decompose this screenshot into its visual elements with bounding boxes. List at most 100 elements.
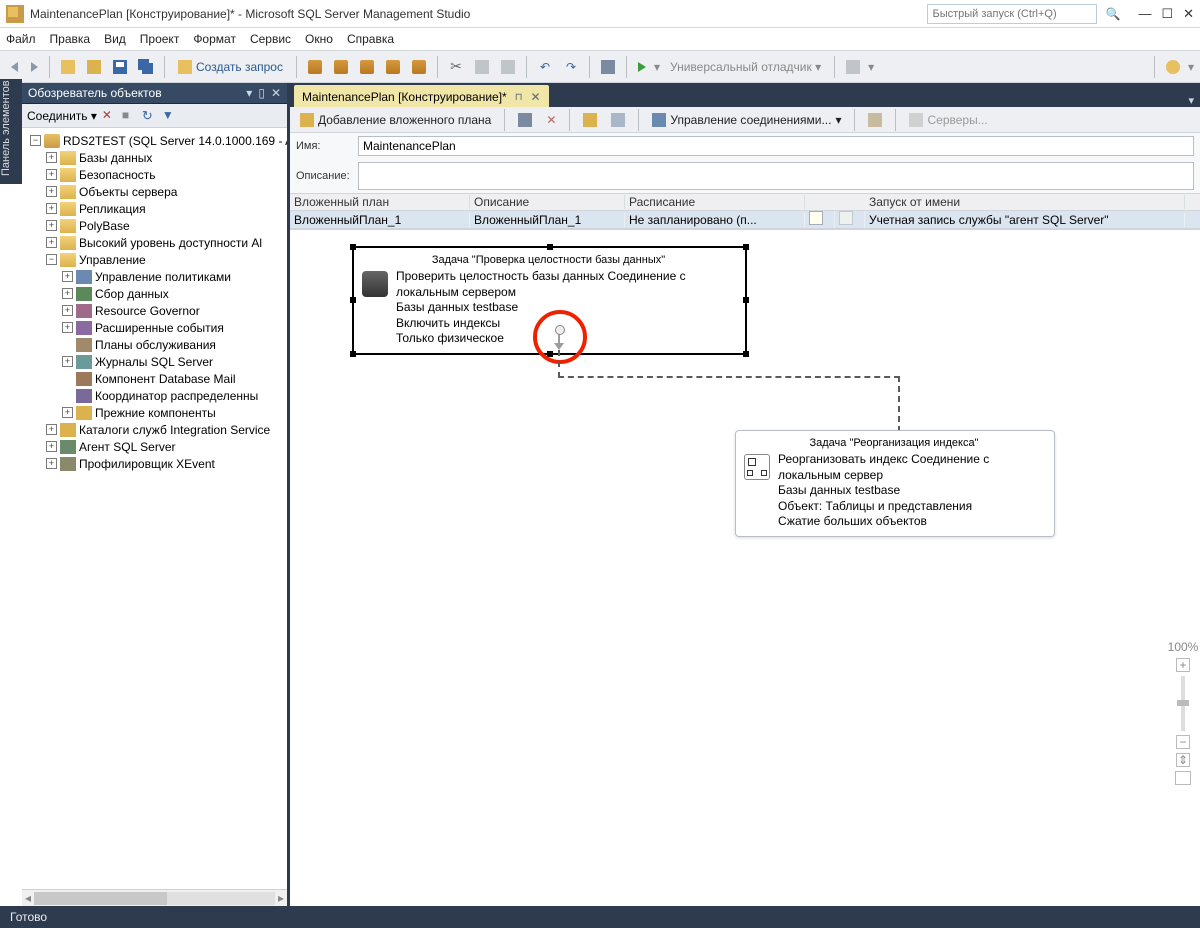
tree-rg[interactable]: Resource Governor [95,304,200,318]
nav-back-icon[interactable] [6,56,22,78]
tree-management[interactable]: Управление [79,253,146,267]
cell-schedule-icon[interactable] [805,211,835,228]
save-all-icon[interactable] [135,56,157,78]
db-icon-2[interactable] [330,56,352,78]
plan-name-input[interactable] [358,136,1194,156]
subplan-row[interactable]: ВложенныйПлан_1 ВложенныйПлан_1 Не запла… [290,211,1200,228]
panel-close-icon[interactable]: ✕ [271,86,281,100]
tree-high-avail[interactable]: Высокий уровень доступности Al [79,236,262,250]
zoom-slider[interactable] [1181,676,1185,731]
search-icon[interactable]: 🔍 [1105,7,1120,21]
plan-name-label: Имя: [296,140,352,152]
tree-replication[interactable]: Репликация [79,202,146,216]
tree-polybase[interactable]: PolyBase [79,219,130,233]
tree-databases[interactable]: Базы данных [79,151,152,165]
col-schedule[interactable]: Расписание [625,195,805,209]
tree-security[interactable]: Безопасность [79,168,156,182]
tree-profiler[interactable]: Профилировщик XEvent [79,457,215,471]
menu-format[interactable]: Формат [193,32,236,46]
nav-forward-icon[interactable] [26,56,42,78]
cut-icon[interactable]: ✂ [445,56,467,78]
new-query-button[interactable]: Создать запрос [172,56,289,78]
schedule-icon-2[interactable] [607,113,629,127]
plan-desc-input[interactable] [358,162,1194,190]
manage-connections-button[interactable]: Управление соединениями... ▾ [648,113,845,127]
zoom-pct: 100% [1168,640,1199,654]
tree-dbmail[interactable]: Компонент Database Mail [95,372,236,386]
dashed-connector-v2 [898,376,900,432]
new-project-icon[interactable] [57,56,79,78]
cell-runas: Учетная запись службы "агент SQL Server" [865,213,1185,227]
tree-scrollbar[interactable]: ◂▸ [22,889,287,906]
menu-help[interactable]: Справка [347,32,394,46]
zoom-overview-button[interactable] [1175,771,1191,785]
save-icon[interactable] [109,56,131,78]
add-subplan-button[interactable]: Добавление вложенного плана [296,113,495,127]
object-explorer-tree[interactable]: −RDS2TEST (SQL Server 14.0.1000.169 - A … [22,128,287,889]
menu-project[interactable]: Проект [140,32,180,46]
db-icon-1[interactable] [304,56,326,78]
document-tab-label: MaintenancePlan [Конструирование]* [302,90,507,104]
subplan-props-icon[interactable] [514,113,536,127]
panel-dropdown-icon[interactable]: ▾ [246,86,252,100]
zoom-fit-button[interactable]: ⇕ [1176,753,1190,767]
debugger-dropdown[interactable]: Универсальный отладчик ▾ [664,60,827,74]
disconnect-icon[interactable]: ✕ [102,108,117,123]
copy-icon[interactable] [471,56,493,78]
tree-agent[interactable]: Агент SQL Server [79,440,176,454]
maximize-button[interactable]: ☐ [1161,7,1173,20]
connect-button[interactable]: Соединить ▾ [27,109,97,123]
tree-policy[interactable]: Управление политиками [95,270,231,284]
zoom-in-button[interactable]: + [1176,658,1190,672]
paste-icon[interactable] [497,56,519,78]
tree-root[interactable]: RDS2TEST (SQL Server 14.0.1000.169 - A [63,134,287,148]
menu-view[interactable]: Вид [104,32,126,46]
tree-legacy[interactable]: Прежние компоненты [95,406,216,420]
close-button[interactable]: ✕ [1183,7,1194,20]
zoom-control[interactable]: 100% + − ⇕ [1172,640,1194,785]
options-icon[interactable] [842,56,864,78]
col-desc[interactable]: Описание [470,195,625,209]
tree-xe[interactable]: Расширенные события [95,321,224,335]
task-reorganize-index[interactable]: Задача "Реорганизация индекса" Реорганиз… [735,430,1055,537]
panel-pin-icon[interactable]: ▯ [258,86,265,100]
col-subplan[interactable]: Вложенный план [290,195,470,209]
schedule-icon-1[interactable] [579,113,601,127]
tree-dtc[interactable]: Координатор распределенны [95,389,258,403]
open-icon[interactable] [83,56,105,78]
document-tab[interactable]: MaintenancePlan [Конструирование]* ⊓ ✕ [294,85,549,107]
document-tab-strip: MaintenancePlan [Конструирование]* ⊓ ✕ ▾ [290,83,1200,107]
tab-pin-icon[interactable]: ⊓ [515,92,523,103]
execute-icon[interactable] [634,56,650,78]
stop-icon[interactable]: ■ [122,108,137,123]
db-icon-5[interactable] [408,56,430,78]
undo-icon[interactable]: ↶ [534,56,556,78]
db-icon-3[interactable] [356,56,378,78]
menu-window[interactable]: Окно [305,32,333,46]
toolbox-vertical-tab[interactable]: Панель элементов [0,79,22,184]
menu-file[interactable]: Файл [6,32,36,46]
zoom-out-button[interactable]: − [1176,735,1190,749]
cell-noschedule-icon[interactable] [835,211,865,228]
refresh-icon[interactable]: ↻ [142,108,157,123]
cell-desc: ВложенныйПлан_1 [470,213,625,227]
tab-close-icon[interactable]: ✕ [531,90,541,104]
tree-maintenance-plans[interactable]: Планы обслуживания [95,338,216,352]
col-runas[interactable]: Запуск от имени [865,195,1185,209]
quick-launch-input[interactable] [927,4,1097,24]
tab-overflow-icon[interactable]: ▾ [1182,94,1200,107]
db-icon-4[interactable] [382,56,404,78]
reporting-icon[interactable] [864,113,886,127]
filter-icon[interactable]: ▼ [162,108,177,123]
activity-icon[interactable] [1162,56,1184,78]
tree-datacoll[interactable]: Сбор данных [95,287,169,301]
tree-logs[interactable]: Журналы SQL Server [95,355,213,369]
minimize-button[interactable]: — [1138,7,1151,20]
redo-icon[interactable]: ↷ [560,56,582,78]
design-canvas[interactable]: Задача "Проверка целостности базы данных… [290,229,1200,906]
menu-tools[interactable]: Сервис [250,32,291,46]
tree-server-objects[interactable]: Объекты сервера [79,185,177,199]
grid-icon[interactable] [597,56,619,78]
menu-edit[interactable]: Правка [50,32,91,46]
tree-ssisdb[interactable]: Каталоги служб Integration Service [79,423,270,437]
